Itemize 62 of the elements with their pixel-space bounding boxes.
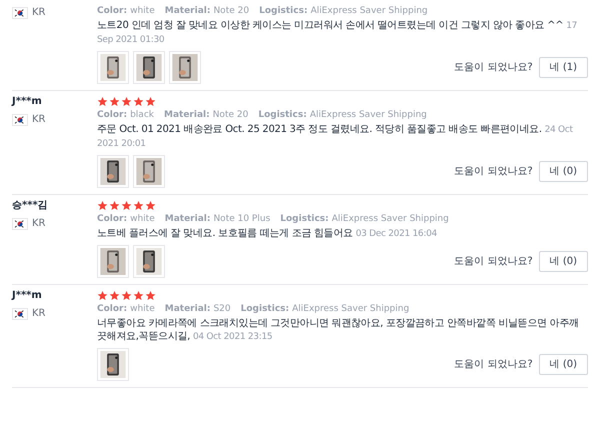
- helpful-prompt: 도움이 되었나요?: [454, 61, 533, 75]
- helpful-prompt: 도움이 되었나요?: [454, 165, 533, 179]
- helpful-button[interactable]: 네 (0): [538, 161, 588, 182]
- attribute-label: Color:: [97, 109, 128, 121]
- reviewer-name: J***m: [12, 290, 43, 302]
- reviewer-name: J***m: [12, 96, 43, 108]
- attribute-value: white: [130, 213, 155, 225]
- attribute-value: white: [130, 303, 155, 315]
- reviewer-name: 승***김: [12, 200, 49, 212]
- flag-icon: [12, 308, 28, 320]
- star-icon: [145, 96, 156, 107]
- attribute-value: Note 20: [212, 109, 248, 121]
- attribute-label: Material:: [164, 5, 210, 17]
- star-icon: [97, 200, 108, 211]
- helpful-prompt: 도움이 되었나요?: [454, 255, 533, 269]
- helpful-button[interactable]: 네 (1): [538, 57, 588, 78]
- review-text: 주문 Oct. 01 2021 배송완료 Oct. 25 2021 3주 정도 걸렸네요. 적당히 품질좋고 배송도 빠른편이네요. 24 Oct 2021 20:01: [97, 123, 574, 151]
- review-text: 너무좋아요 카메라쪽에 스크래치있는데 그것만아니면 뭐괜찮아요, 포장깔끔하고 안쪽바깥쪽 비닐뜯으면 아주깨끗해져요,꼭뜯으시길, 04 Oct 2021 23:15: [97, 317, 580, 344]
- country-code: KR: [32, 113, 46, 127]
- star-icon: [97, 290, 108, 301]
- attribute-value: AliExpress Saver Shipping: [310, 5, 428, 17]
- attribute-value: AliExpress Saver Shipping: [310, 109, 427, 121]
- star-icon: [145, 290, 156, 301]
- attribute-label: Logistics:: [280, 213, 329, 225]
- review-text: 노트20 인데 엄청 잘 맞네요 이상한 케이스는 미끄러워서 손에서 떨어트렸는데 이건 그렇지 않아 좋아요 ^^ 17 Sep 2021 01:30: [97, 19, 578, 47]
- flag-icon: [12, 6, 28, 18]
- attribute-label: Logistics:: [259, 5, 308, 17]
- helpful-button[interactable]: 네 (0): [538, 251, 588, 272]
- star-icon: [109, 200, 120, 211]
- attribute-value: Note 20: [213, 5, 250, 17]
- helpful-prompt: 도움이 되었나요?: [454, 358, 533, 372]
- attribute-label: Color:: [97, 5, 128, 17]
- attribute-value: AliExpress Saver Shipping: [332, 213, 449, 225]
- attribute-value: Note 10 Plus: [213, 213, 270, 225]
- country-code: KR: [32, 217, 46, 231]
- attribute-label: Color:: [97, 213, 128, 225]
- attribute-label: Material:: [164, 213, 210, 225]
- flag-icon: [12, 218, 28, 230]
- star-icon: [121, 96, 132, 107]
- attribute-label: Material:: [164, 303, 210, 315]
- star-icon: [109, 290, 120, 301]
- star-icon: [109, 96, 120, 107]
- attribute-value: AliExpress Saver Shipping: [292, 303, 410, 315]
- country-code: KR: [32, 6, 46, 20]
- flag-icon: [12, 114, 28, 126]
- review-text: 노트베 플러스에 잘 맞네요. 보호필름 떼는게 조금 힘들어요 03 Dec 2021 16:04: [97, 227, 438, 241]
- attribute-label: Logistics:: [240, 303, 290, 315]
- attribute-value: black: [130, 109, 154, 121]
- star-icon: [133, 290, 144, 301]
- star-icon: [97, 96, 108, 107]
- attribute-value: white: [130, 5, 155, 17]
- star-icon: [121, 290, 132, 301]
- star-icon: [145, 200, 156, 211]
- helpful-button[interactable]: 네 (0): [538, 354, 588, 375]
- attribute-label: Color:: [97, 303, 128, 315]
- attribute-label: Logistics:: [258, 109, 307, 121]
- attribute-value: S20: [213, 303, 231, 315]
- attribute-label: Material:: [164, 109, 210, 121]
- star-icon: [121, 200, 132, 211]
- star-icon: [133, 96, 144, 107]
- country-code: KR: [32, 307, 46, 321]
- star-icon: [133, 200, 144, 211]
